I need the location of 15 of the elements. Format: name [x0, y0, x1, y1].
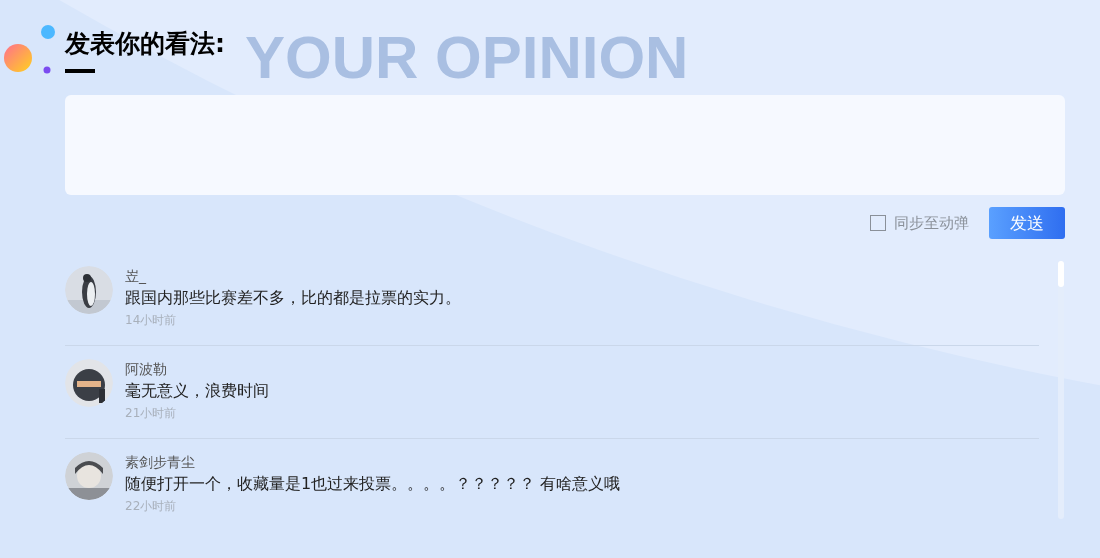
comment-author[interactable]: 素剑步青尘 — [125, 452, 621, 472]
comment-author[interactable]: 岦_ — [125, 266, 461, 286]
comment-time: 14小时前 — [125, 312, 178, 329]
send-button[interactable]: 发送 — [989, 207, 1065, 239]
comment-time: 21小时前 — [125, 405, 178, 422]
comment-input-field[interactable] — [65, 95, 1065, 195]
scrollbar[interactable] — [1058, 261, 1064, 519]
section-title: 发表你的看法: — [65, 28, 225, 60]
comment-text: 随便打开一个，收藏量是1也过来投票。。。。？？？？？ 有啥意义哦 — [125, 473, 621, 495]
backdrop-heading: YOUR OPINION — [245, 26, 689, 90]
comment-time: 22小时前 — [125, 498, 178, 515]
comment-author[interactable]: 阿波勒 — [125, 359, 269, 379]
title-underline — [65, 69, 95, 73]
comment-text: 毫无意义，浪费时间 — [125, 380, 269, 402]
comment-text: 跟国内那些比赛差不多，比的都是拉票的实力。 — [125, 287, 461, 309]
